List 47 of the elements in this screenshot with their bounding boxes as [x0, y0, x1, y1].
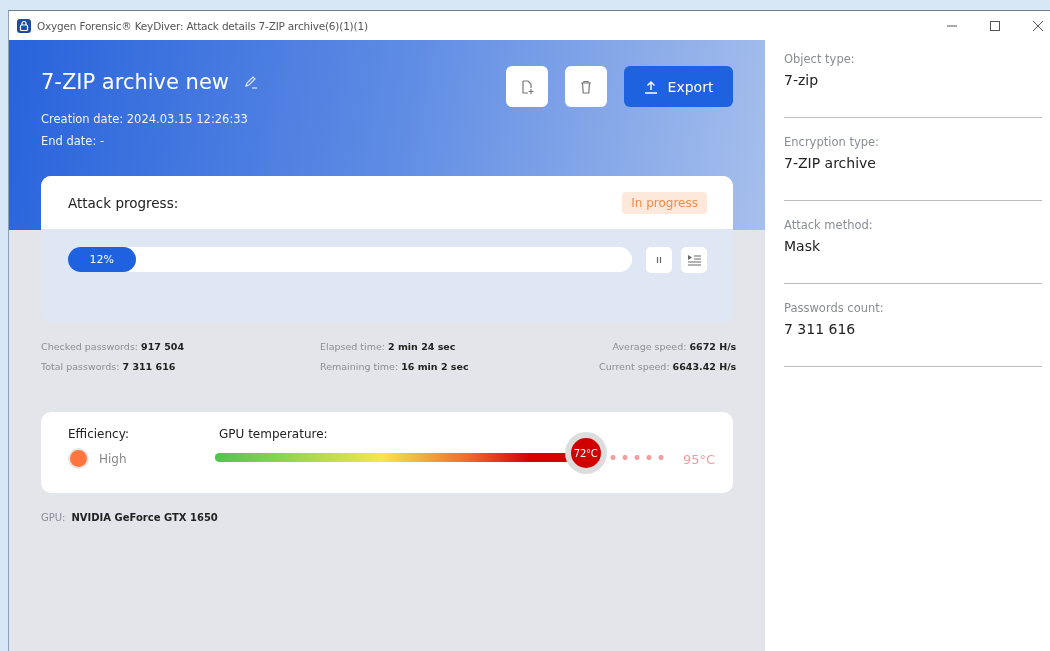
stat-value: 6672 H/s [689, 341, 737, 352]
upload-icon [643, 79, 658, 94]
stat-value: 917 504 [141, 341, 184, 352]
gpu-value: NVIDIA GeForce GTX 1650 [71, 512, 218, 523]
pause-icon [654, 255, 664, 265]
stat-label: Checked passwords: [41, 341, 139, 352]
add-file-button[interactable] [506, 66, 548, 107]
detail-label: Attack method: [784, 218, 874, 232]
edit-icon[interactable] [243, 74, 259, 90]
stat-value: 7 311 616 [122, 361, 176, 372]
temperature-label: GPU temperature: [219, 427, 329, 441]
detail-value: 7-zip [784, 72, 820, 88]
gpu-label: GPU: [41, 512, 66, 523]
pause-button[interactable] [646, 247, 672, 273]
detail-value: Mask [784, 238, 822, 254]
detail-label: Encryption type: [784, 135, 880, 149]
efficiency-label: Efficiency: [68, 427, 130, 441]
detail-label: Object type: [784, 52, 856, 66]
export-button[interactable]: Export [624, 66, 733, 107]
delete-button[interactable] [565, 66, 607, 107]
detail-value: 7-ZIP archive [784, 155, 877, 171]
card-title: Attack progress: [68, 194, 179, 211]
file-add-icon [519, 78, 535, 95]
queue-button[interactable] [681, 247, 707, 273]
stat-label: Elapsed time: [320, 341, 385, 352]
max-temperature: 95°C [682, 452, 715, 467]
end-date: End date: - [41, 133, 106, 150]
lock-icon [17, 18, 31, 33]
stat-label: Average speed: [612, 341, 687, 352]
maximize-icon[interactable] [989, 19, 1001, 32]
detail-value: 7 311 616 [784, 321, 857, 337]
play-list-icon [687, 254, 701, 266]
status-badge: In progress [622, 191, 707, 214]
stat-label: Total passwords: [41, 361, 120, 372]
stat-value: 16 min 2 sec [401, 361, 469, 372]
stat-label: Current speed: [599, 361, 670, 372]
window-title: Oxygen Forensic® KeyDiver: Attack details 7-ZIP archive(6)(1)(1) [37, 19, 368, 32]
creation-date: Creation date: 2024.03.15 12:26:33 [41, 111, 249, 128]
stat-value: 2 min 24 sec [388, 341, 456, 352]
detail-label: Passwords count: [784, 301, 885, 315]
trash-icon [578, 78, 594, 95]
close-icon[interactable] [1032, 19, 1044, 32]
attack-title: 7-ZIP archive new [41, 70, 229, 94]
progress-fill: 12% [68, 247, 136, 272]
efficiency-value: High [99, 451, 127, 466]
stat-value: 6643.42 H/s [672, 361, 737, 372]
stat-label: Remaining time: [320, 361, 399, 372]
